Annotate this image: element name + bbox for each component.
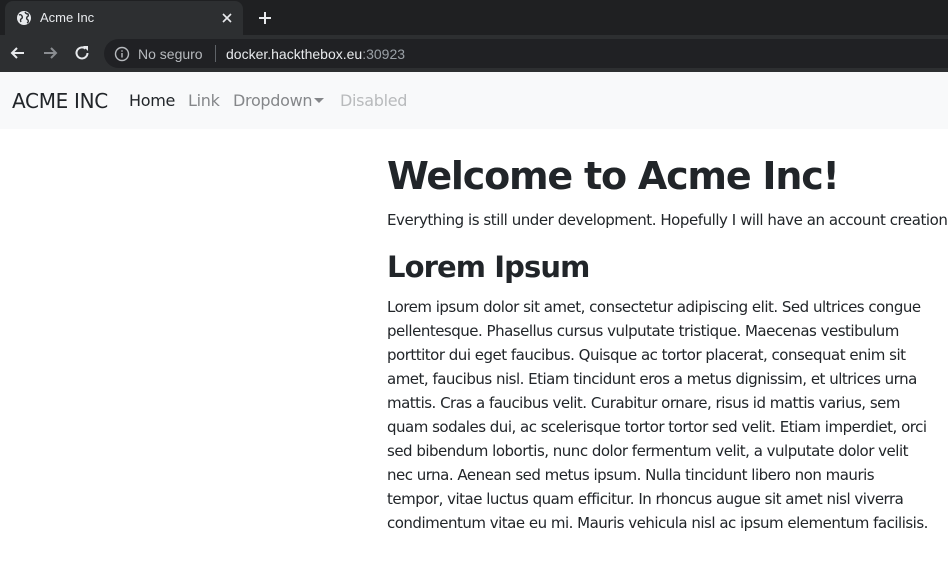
nav-link-link[interactable]: Link [188,91,220,111]
tab-title: Acme Inc [40,10,95,25]
security-status[interactable]: No seguro [138,46,203,62]
close-icon[interactable] [219,10,235,26]
nav-link-disabled: Disabled [340,91,408,110]
caret-down-icon[interactable] [314,98,324,103]
arrow-right-icon[interactable] [40,43,60,63]
omnibox-divider [215,45,216,62]
site-navbar: ACME INC Home Link Dropdown Disabled [0,72,948,129]
url-text[interactable]: docker.hackthebox.eu:30923 [226,46,405,62]
globe-icon [17,11,31,25]
browser-tab-strip: Acme Inc [0,0,948,35]
browser-tab[interactable]: Acme Inc [5,1,243,35]
info-icon[interactable] [114,46,130,62]
intro-text: Everything is still under development. H… [387,211,948,229]
lorem-paragraph: Lorem ipsum dolor sit amet, consectetur … [387,298,928,532]
url-port: :30923 [362,46,406,62]
arrow-left-icon[interactable] [8,43,28,63]
nav-link-home[interactable]: Home [129,91,175,111]
url-host: docker.hackthebox.eu [226,46,363,62]
page-title: Welcome to Acme Inc! [387,154,840,198]
reload-icon[interactable] [72,43,92,63]
navbar-brand[interactable]: ACME INC [12,90,108,112]
browser-toolbar: No seguro docker.hackthebox.eu:30923 [0,35,948,72]
plus-icon[interactable] [255,8,275,28]
nav-link-dropdown[interactable]: Dropdown [233,91,313,111]
address-bar[interactable]: No seguro docker.hackthebox.eu:30923 [104,39,948,68]
section-heading: Lorem Ipsum [387,250,590,284]
